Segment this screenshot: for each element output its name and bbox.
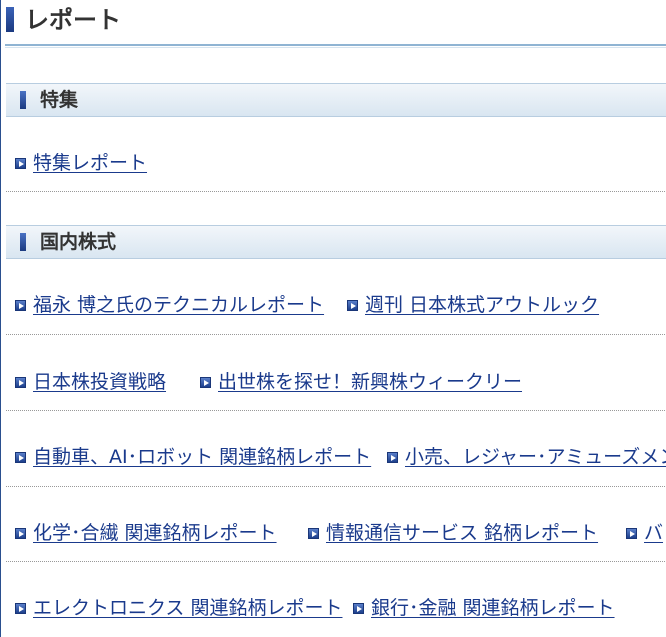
- arrow-right-icon: [15, 528, 26, 539]
- row-divider: [6, 561, 666, 562]
- arrow-right-icon: [15, 158, 26, 169]
- link-label[interactable]: 週刊 日本株式アウトルック: [365, 292, 599, 318]
- section-marker-icon: [20, 91, 26, 109]
- header-rule-secondary: [5, 47, 666, 48]
- link-row: 自動車、AI･ロボット 関連銘柄レポート 小売、レジャー･アミューズメント: [1, 444, 666, 474]
- arrow-right-icon: [353, 603, 364, 614]
- row-divider: [6, 334, 666, 335]
- arrow-right-icon: [15, 603, 26, 614]
- arrow-right-icon: [387, 452, 398, 463]
- report-page: レポート 特集 特集レポート 国内株式 福永 博之氏のテクニカルレポート 週刊 …: [0, 0, 666, 637]
- row-divider: [6, 191, 666, 192]
- section-header-special: 特集: [6, 83, 666, 117]
- arrow-right-icon: [200, 377, 211, 388]
- link-label[interactable]: 小売、レジャー･アミューズメント: [405, 444, 666, 470]
- link-label[interactable]: エレクトロニクス 関連銘柄レポート: [33, 595, 342, 621]
- row-divider: [6, 410, 666, 411]
- link-label[interactable]: 情報通信サービス 銘柄レポート: [326, 520, 598, 546]
- arrow-right-icon: [626, 528, 637, 539]
- arrow-right-icon: [15, 300, 26, 311]
- section-marker-icon: [20, 233, 26, 251]
- section-header-domestic-stocks: 国内株式: [6, 225, 666, 259]
- link-row: 特集レポート: [1, 150, 666, 180]
- link-label[interactable]: 日本株投資戦略: [33, 369, 166, 395]
- link-label[interactable]: 自動車、AI･ロボット 関連銘柄レポート: [33, 444, 371, 470]
- link-label[interactable]: 特集レポート: [33, 150, 147, 176]
- link-label[interactable]: 銀行･金融 関連銘柄レポート: [371, 595, 615, 621]
- arrow-right-icon: [347, 300, 358, 311]
- arrow-right-icon: [15, 377, 26, 388]
- link-label[interactable]: 化学･合繊 関連銘柄レポート: [33, 520, 277, 546]
- link-row: 化学･合繊 関連銘柄レポート 情報通信サービス 銘柄レポート バ: [1, 520, 666, 550]
- link-label[interactable]: 出世株を探せ！新興株ウィークリー: [218, 369, 522, 395]
- row-divider: [6, 486, 666, 487]
- link-row: エレクトロニクス 関連銘柄レポート 銀行･金融 関連銘柄レポート: [1, 595, 666, 625]
- link-row: 日本株投資戦略 出世株を探せ！新興株ウィークリー: [1, 369, 666, 399]
- link-row: 福永 博之氏のテクニカルレポート 週刊 日本株式アウトルック: [1, 292, 666, 322]
- title-marker-icon: [6, 7, 14, 32]
- arrow-right-icon: [308, 528, 319, 539]
- arrow-right-icon: [15, 452, 26, 463]
- page-title: レポート: [25, 6, 121, 34]
- link-label[interactable]: 福永 博之氏のテクニカルレポート: [33, 292, 324, 318]
- header-rule: [5, 44, 666, 46]
- link-label[interactable]: バ: [644, 520, 663, 546]
- section-title: 特集: [40, 89, 79, 111]
- page-header: レポート: [1, 0, 666, 48]
- section-title: 国内株式: [40, 231, 117, 253]
